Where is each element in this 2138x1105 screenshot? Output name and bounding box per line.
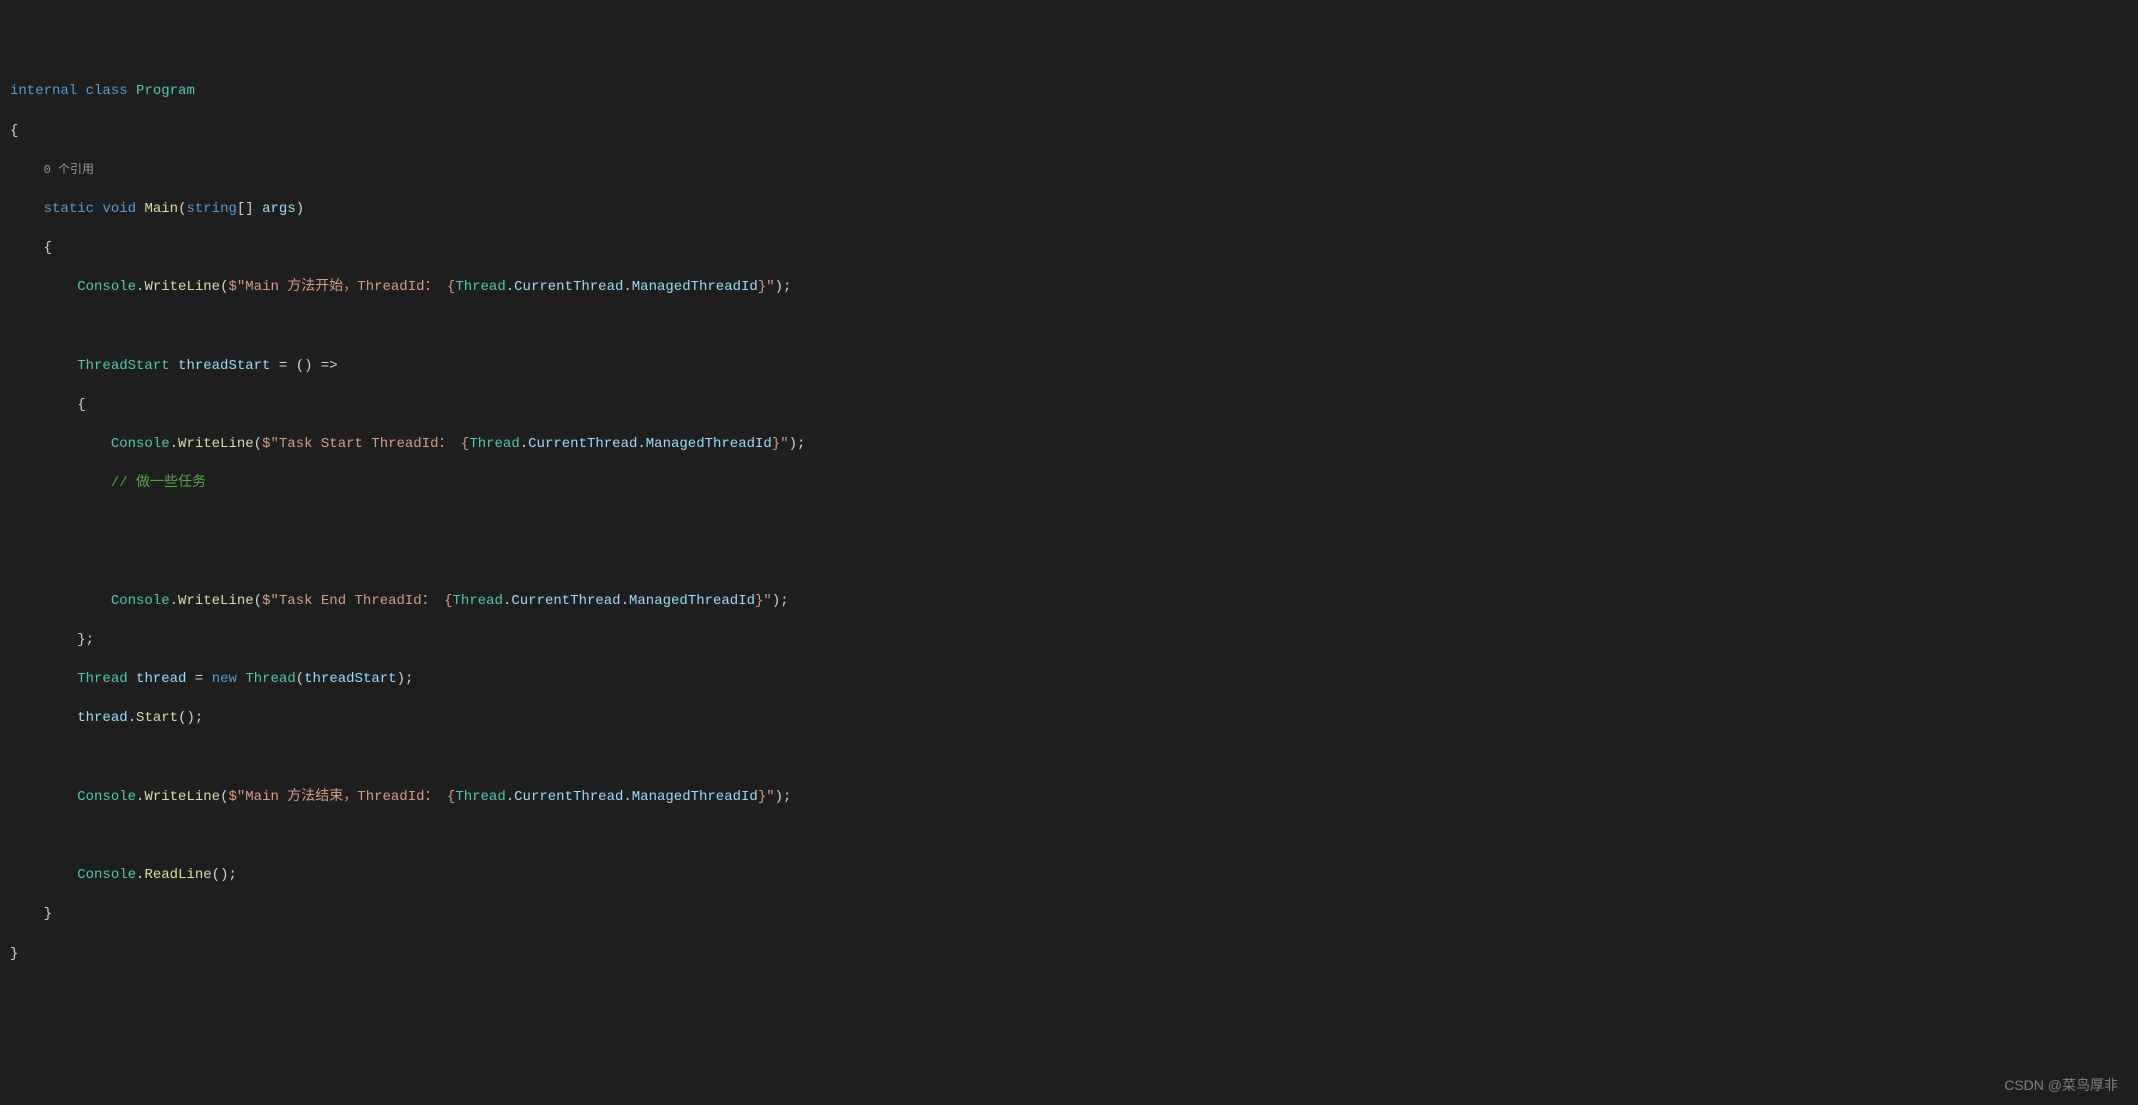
lambda-arrow: () => — [296, 358, 338, 374]
code-line: } — [0, 945, 2138, 965]
code-line — [0, 749, 2138, 769]
code-line: Console.ReadLine(); — [0, 866, 2138, 886]
class-thread: Thread — [455, 789, 505, 805]
code-line: { — [0, 239, 2138, 259]
codelens-references[interactable]: 0 个引用 — [44, 163, 94, 177]
class-threadstart: ThreadStart — [77, 358, 169, 374]
class-thread: Thread — [453, 593, 503, 609]
code-line: } — [0, 905, 2138, 925]
keyword-static: static — [44, 201, 94, 217]
code-line: internal class Program — [0, 82, 2138, 102]
code-line: { — [0, 396, 2138, 416]
class-console: Console — [77, 789, 136, 805]
class-thread: Thread — [77, 671, 127, 687]
code-line: Console.WriteLine($"Main 方法结束，ThreadId： … — [0, 788, 2138, 808]
method-writeline: WriteLine — [178, 436, 254, 452]
codelens-line[interactable]: 0 个引用 — [0, 161, 2138, 181]
comment-task: // 做一些任务 — [111, 475, 206, 491]
keyword-new: new — [212, 671, 237, 687]
code-line: Console.WriteLine($"Main 方法开始，ThreadId： … — [0, 278, 2138, 298]
method-readline: ReadLine — [144, 867, 211, 883]
code-line: }; — [0, 631, 2138, 651]
class-name: Program — [136, 83, 195, 99]
param-args: args — [262, 201, 296, 217]
code-line: { — [0, 122, 2138, 142]
method-main: Main — [144, 201, 178, 217]
class-console: Console — [77, 867, 136, 883]
var-thread: thread — [136, 671, 186, 687]
method-writeline: WriteLine — [144, 279, 220, 295]
class-thread: Thread — [455, 279, 505, 295]
code-line: static void Main(string[] args) — [0, 200, 2138, 220]
code-line — [0, 827, 2138, 847]
class-thread: Thread — [469, 436, 519, 452]
code-line — [0, 513, 2138, 533]
code-line: Thread thread = new Thread(threadStart); — [0, 670, 2138, 690]
code-line — [0, 318, 2138, 338]
code-line — [0, 553, 2138, 573]
var-threadstart: threadStart — [178, 358, 270, 374]
method-writeline: WriteLine — [178, 593, 254, 609]
keyword-string: string — [186, 201, 236, 217]
keyword-void: void — [102, 201, 136, 217]
code-line: ThreadStart threadStart = () => — [0, 357, 2138, 377]
class-console: Console — [111, 436, 170, 452]
code-line: // 做一些任务 — [0, 474, 2138, 494]
keyword-class: class — [86, 83, 128, 99]
class-console: Console — [111, 593, 170, 609]
class-thread: Thread — [245, 671, 295, 687]
code-line: thread.Start(); — [0, 709, 2138, 729]
var-thread: thread — [77, 710, 127, 726]
code-line: Console.WriteLine($"Task End ThreadId： {… — [0, 592, 2138, 612]
keyword-internal: internal — [10, 83, 77, 99]
code-line: Console.WriteLine($"Task Start ThreadId：… — [0, 435, 2138, 455]
watermark-text: CSDN @菜鸟厚非 — [2004, 1076, 2118, 1096]
class-console: Console — [77, 279, 136, 295]
method-start: Start — [136, 710, 178, 726]
method-writeline: WriteLine — [144, 789, 220, 805]
